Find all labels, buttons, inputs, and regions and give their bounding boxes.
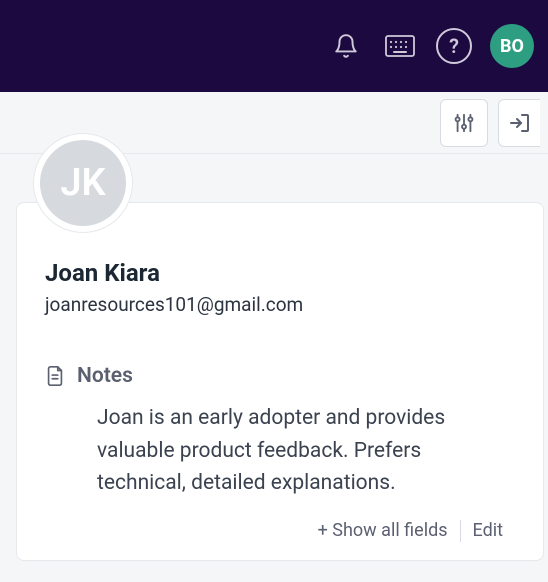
- keyboard-icon: [385, 35, 415, 57]
- profile-avatar-initials: JK: [60, 161, 105, 205]
- profile-avatar: JK: [34, 134, 132, 232]
- enter-icon: [508, 111, 532, 135]
- edit-link[interactable]: Edit: [461, 520, 515, 541]
- document-icon: [45, 365, 65, 387]
- expand-button[interactable]: [498, 99, 540, 147]
- contact-name: Joan Kiara: [45, 259, 515, 287]
- contact-card: Joan Kiara joanresources101@gmail.com No…: [16, 202, 544, 561]
- sliders-icon: [453, 112, 475, 134]
- card-actions: + Show all fields Edit: [45, 520, 515, 542]
- keyboard-button[interactable]: [382, 28, 418, 64]
- notes-label: Notes: [77, 364, 133, 388]
- show-all-fields-link[interactable]: + Show all fields: [306, 520, 460, 541]
- user-avatar[interactable]: BO: [490, 24, 534, 68]
- notes-body: Joan is an early adopter and provides va…: [45, 402, 515, 500]
- notifications-button[interactable]: [328, 28, 364, 64]
- topbar: ? BO: [0, 0, 548, 92]
- help-button[interactable]: ?: [436, 28, 472, 64]
- question-mark-icon: ?: [449, 34, 459, 58]
- user-avatar-initials: BO: [500, 36, 524, 57]
- notes-section-header: Notes: [45, 364, 515, 388]
- bell-icon: [333, 33, 359, 59]
- contact-email: joanresources101@gmail.com: [45, 293, 515, 316]
- settings-button[interactable]: [440, 99, 488, 147]
